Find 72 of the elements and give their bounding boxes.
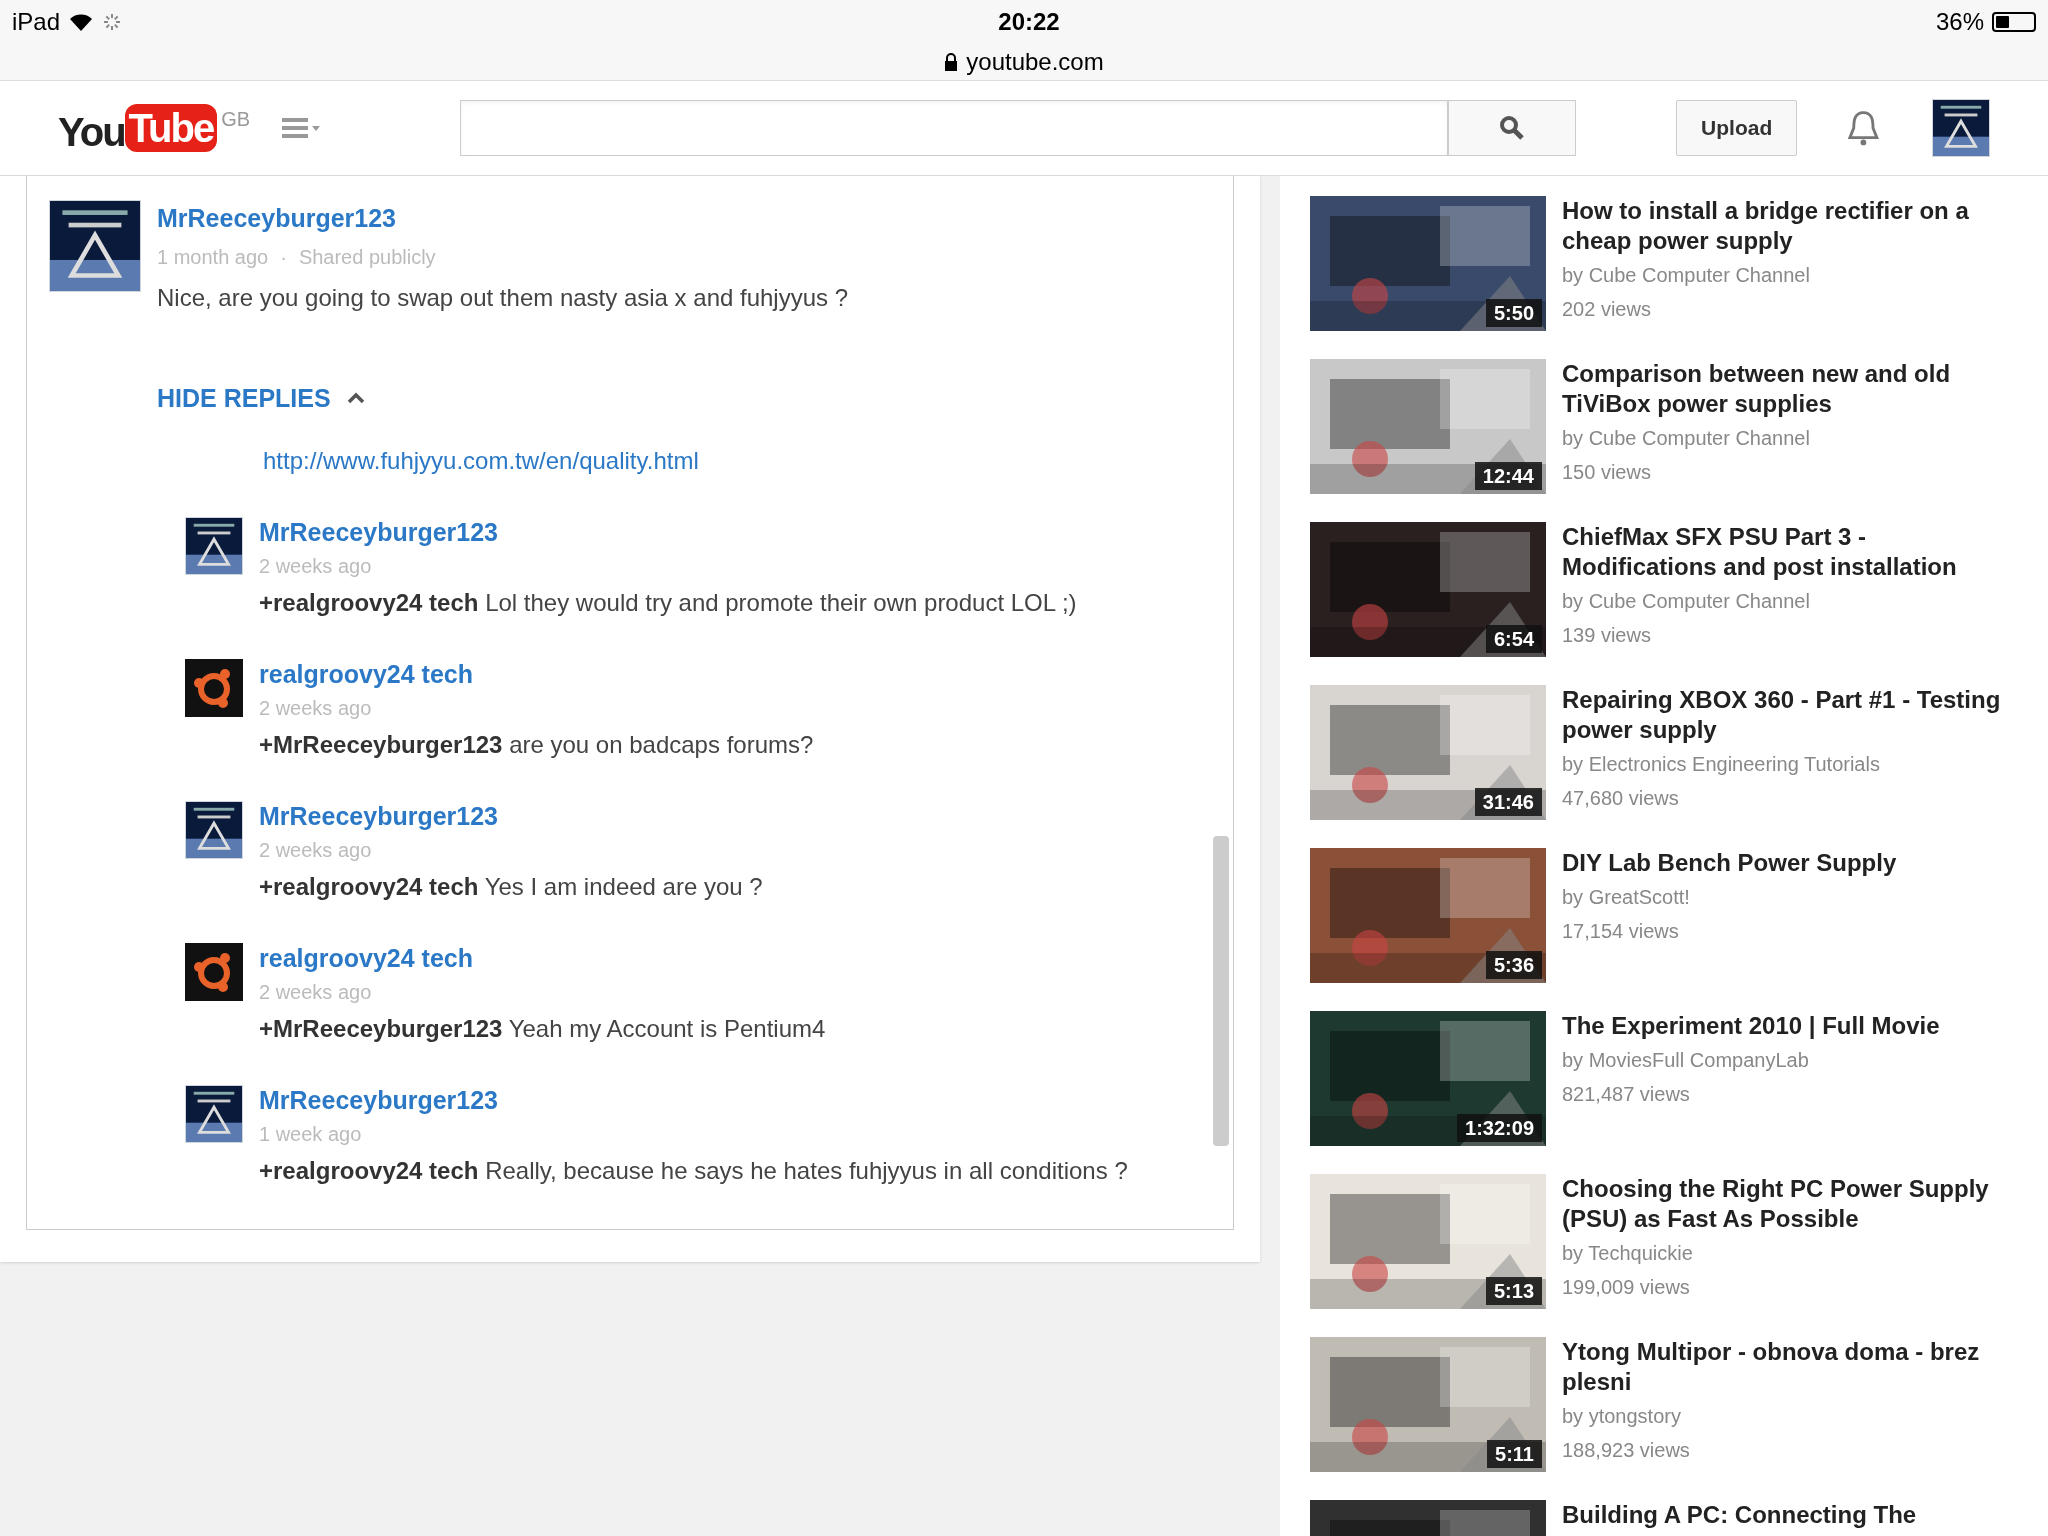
view-count: 150 views xyxy=(1562,460,1652,485)
avatar[interactable] xyxy=(185,517,243,575)
visibility-label: Shared publicly xyxy=(298,244,436,270)
reply-text: +MrReeceyburger123 are you on badcaps forums? xyxy=(259,730,814,760)
avatar[interactable] xyxy=(185,659,243,717)
duration-badge: 5:36 xyxy=(1485,951,1542,979)
battery-icon xyxy=(1992,12,2036,32)
notification-bell-icon[interactable] xyxy=(1847,108,1880,148)
video-title[interactable]: Choosing the Right PC Power Supply (PSU) as Fast As Possible xyxy=(1562,1174,2002,1234)
video-title[interactable]: The Experiment 2010 | Full Movie xyxy=(1562,1011,2002,1041)
channel-name[interactable]: by Techquickie xyxy=(1562,1238,2002,1268)
duration-badge: 5:50 xyxy=(1485,299,1542,327)
avatar[interactable] xyxy=(185,801,243,859)
duration-badge: 6:54 xyxy=(1485,625,1542,653)
channel-name[interactable]: by ytongstory xyxy=(1562,1401,2002,1431)
guide-menu-button[interactable] xyxy=(282,116,321,140)
reply-link[interactable]: http://www.fuhjyyu.com.tw/en/quality.html xyxy=(263,443,1233,479)
view-count: 17,154 views xyxy=(1562,919,1680,944)
lock-icon xyxy=(944,53,959,71)
duration-badge: 12:44 xyxy=(1474,462,1542,490)
reply-author[interactable]: realgroovy24 tech xyxy=(259,659,814,689)
chevron-up-icon xyxy=(346,392,365,405)
upload-button[interactable]: Upload xyxy=(1676,100,1798,156)
search-button[interactable] xyxy=(1448,100,1577,156)
avatar[interactable] xyxy=(49,200,141,292)
view-count: 139 views xyxy=(1562,623,1652,648)
reply-author[interactable]: realgroovy24 tech xyxy=(259,943,826,973)
battery-percentage: 36% xyxy=(1935,7,1984,37)
video-title[interactable]: Building A PC: Connecting The xyxy=(1562,1500,2002,1530)
loading-icon xyxy=(102,12,123,32)
duration-badge: 5:11 xyxy=(1487,1440,1542,1468)
search-field[interactable] xyxy=(460,100,1449,156)
channel-name[interactable]: by MoviesFull CompanyLab xyxy=(1562,1045,2002,1075)
avatar[interactable] xyxy=(185,1085,243,1143)
url-text[interactable]: youtube.com xyxy=(966,44,1104,80)
view-count: 202 views xyxy=(1562,297,1652,322)
channel-name[interactable]: by Electronics Engineering Tutorials xyxy=(1562,749,2002,779)
video-title[interactable]: Repairing XBOX 360 - Part #1 - Testing power supply xyxy=(1562,685,2002,745)
reply-text: +MrReeceyburger123 Yeah my Account is Pentium4 xyxy=(259,1014,826,1044)
channel-name[interactable]: by Cube Computer Channel xyxy=(1562,586,2002,616)
comment-text: Nice, are you going to swap out them nasty asia x and fuhjyyus ? xyxy=(157,282,849,313)
view-count: 821,487 views xyxy=(1562,1082,1691,1107)
avatar[interactable] xyxy=(1932,99,1990,157)
duration-badge: 5:13 xyxy=(1485,1277,1542,1305)
comment-author[interactable]: MrReeceyburger123 xyxy=(157,200,849,238)
reply-text: +realgroovy24 tech Really, because he says he hates fuhjyyus in all conditions ? xyxy=(259,1156,1128,1186)
reply-author[interactable]: MrReeceyburger123 xyxy=(259,517,1077,547)
reply-author[interactable]: MrReeceyburger123 xyxy=(259,1085,1128,1115)
video-title[interactable]: Comparison between new and old TiViBox power supplies xyxy=(1562,359,2002,419)
separator-dot: · xyxy=(280,244,287,270)
avatar[interactable] xyxy=(185,943,243,1001)
reply-author[interactable]: MrReeceyburger123 xyxy=(259,801,763,831)
video-title[interactable]: DIY Lab Bench Power Supply xyxy=(1562,848,2002,878)
channel-name[interactable]: by GreatScott! xyxy=(1562,882,2002,912)
duration-badge: 31:46 xyxy=(1474,788,1542,816)
reply-text: +realgroovy24 tech Lol they would try and promote their own product LOL ;) xyxy=(259,588,1077,618)
duration-badge: 1:32:09 xyxy=(1457,1114,1542,1142)
scrollbar[interactable] xyxy=(1213,836,1229,1146)
view-count: 47,680 views xyxy=(1562,786,1680,811)
channel-name[interactable]: by Cube Computer Channel xyxy=(1562,260,2002,290)
view-count: 199,009 views xyxy=(1562,1275,1691,1300)
channel-name[interactable]: by Cube Computer Channel xyxy=(1562,423,2002,453)
reply-text: +realgroovy24 tech Yes I am indeed are you ? xyxy=(259,872,763,902)
device-name: iPad xyxy=(12,7,61,37)
video-title[interactable]: ChiefMax SFX PSU Part 3 - Modifications and post installation xyxy=(1562,522,2002,582)
view-count: 188,923 views xyxy=(1562,1438,1691,1463)
hide-replies-button[interactable]: HIDE REPLIES xyxy=(157,379,365,417)
video-title[interactable]: How to install a bridge rectifier on a cheap power supply xyxy=(1562,196,2002,256)
video-title[interactable]: Ytong Multipor - obnova doma - brez plesni xyxy=(1562,1337,2002,1397)
clock: 20:22 xyxy=(998,7,1060,37)
search-icon xyxy=(1499,115,1526,141)
wifi-icon xyxy=(68,12,95,32)
